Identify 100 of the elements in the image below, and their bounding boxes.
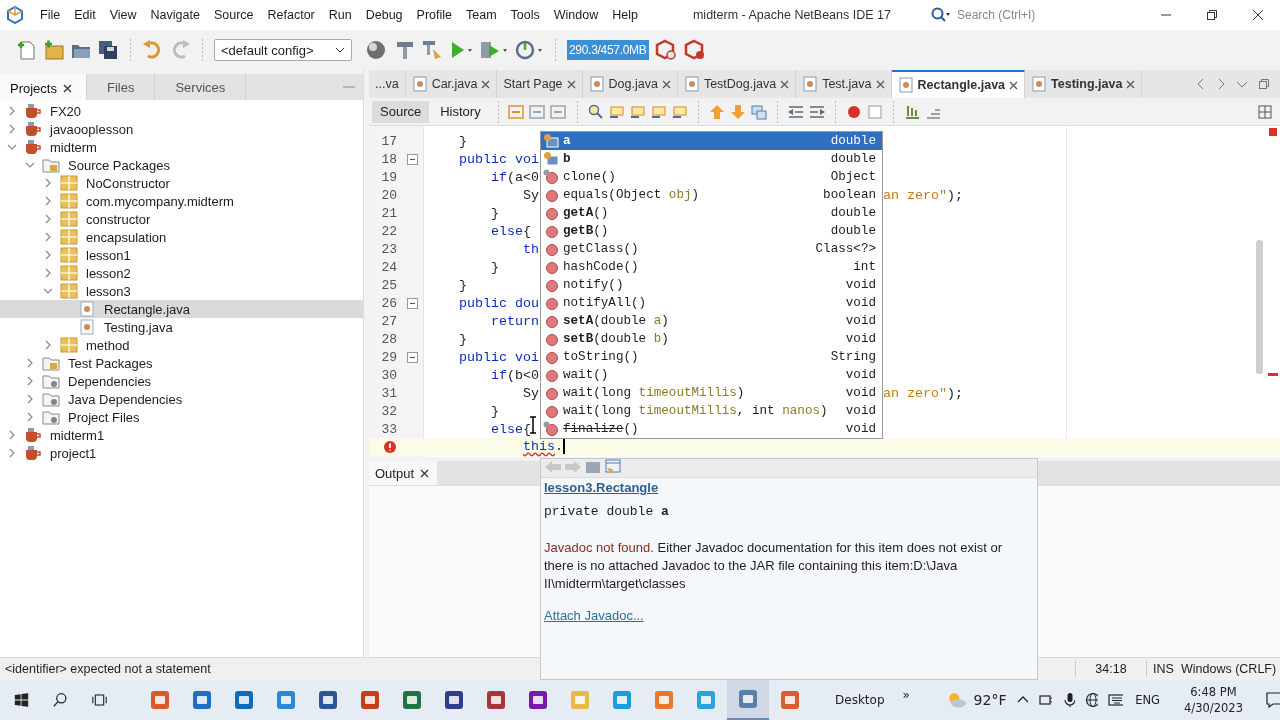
menu-item[interactable]: Profile [409, 8, 459, 22]
panel-tab[interactable]: Output [369, 461, 438, 485]
completion-item[interactable]: toString() String [541, 348, 882, 366]
menu-item[interactable]: Navigate [143, 8, 207, 22]
tree-item[interactable]: com.mycompany.midterm [0, 192, 363, 210]
completion-item[interactable]: equals(Object obj) boolean [541, 186, 882, 204]
completion-item[interactable]: getB() double [541, 222, 882, 240]
code-text: public dou [458, 295, 539, 311]
tree-item[interactable]: encapsulation [0, 228, 363, 246]
editor-tab[interactable]: Rectangle.java [891, 70, 1026, 98]
code-text: } [458, 133, 467, 149]
menu-item[interactable]: Source [206, 8, 261, 22]
code-text: th [522, 241, 539, 257]
completion-item[interactable]: finalize() void [541, 420, 882, 438]
line-number: 28 [381, 331, 397, 347]
tree-item[interactable]: midterm1 [0, 426, 363, 444]
code-text: } [490, 205, 499, 221]
overflow-chevron[interactable]: » [902, 688, 910, 702]
completion-item[interactable]: notifyAll() void [541, 294, 882, 312]
code-text: else{ [490, 223, 531, 239]
completion-item[interactable]: a double [541, 132, 882, 150]
completion-item[interactable]: getClass() Class<?> [541, 240, 882, 258]
member-signature: private double a [544, 504, 669, 519]
javadoc-message: Javadoc not found. Either Javadoc documentation for this item does not exist or there is no attached Javadoc to the JAR file containing this item:D:\Java II\midterm\target\classes [544, 539, 1004, 593]
tree-item[interactable]: Dependencies [0, 372, 363, 390]
attach-javadoc-link[interactable]: Attach Javadoc... [544, 608, 644, 623]
code-text: an zero"); [883, 385, 963, 401]
completion-item[interactable]: b double [541, 150, 882, 168]
code-text: Sy [522, 385, 539, 401]
menu-item[interactable]: View [102, 8, 144, 22]
config-dropdown[interactable]: <default config> [214, 39, 352, 61]
tree-item[interactable]: javaooplesson [0, 120, 363, 138]
completion-item[interactable]: wait(long timeoutMillis, int nanos) void [541, 402, 882, 420]
menu-item[interactable]: Refactor [260, 8, 322, 22]
line-number: 26 [381, 295, 397, 311]
view-tab[interactable]: Source [372, 100, 430, 123]
tree-item[interactable]: lesson3 [0, 282, 363, 300]
line-number: 23 [381, 241, 397, 257]
language-indicator[interactable]: ENG [1135, 693, 1160, 707]
menu-item[interactable]: Window [546, 8, 606, 22]
tree-item[interactable]: midterm [0, 138, 363, 156]
tree-item[interactable]: lesson2 [0, 264, 363, 282]
tree-item[interactable]: Test Packages [0, 354, 363, 372]
line-number: 19 [381, 169, 397, 185]
menu-item[interactable]: Edit [67, 8, 103, 22]
line-number: 33 [381, 421, 397, 437]
tree-item[interactable]: project1 [0, 444, 363, 462]
line-number: 24 [381, 259, 397, 275]
code-text: } [458, 331, 467, 347]
line-number: 18 [381, 151, 397, 167]
code-text: } [490, 403, 499, 419]
status-message: <identifier> expected not a statement [4, 662, 212, 676]
tree-item[interactable]: lesson1 [0, 246, 363, 264]
completion-item[interactable]: wait(long timeoutMillis) void [541, 384, 882, 402]
menu-item[interactable]: Run [321, 8, 359, 22]
menu-item[interactable]: Help [605, 8, 645, 22]
completion-item[interactable]: setA(double a) void [541, 312, 882, 330]
code-text: } [490, 259, 499, 275]
menu-item[interactable]: Tools [503, 8, 547, 22]
line-number: 31 [381, 385, 397, 401]
line-number: 32 [381, 403, 397, 419]
completion-item[interactable]: clone() Object [541, 168, 882, 186]
menu-item[interactable]: Team [459, 8, 504, 22]
code-text: this. [522, 439, 565, 455]
tree-item[interactable]: Testing.java [0, 318, 363, 336]
completion-item[interactable]: hashCode() int [541, 258, 882, 276]
menu-item[interactable]: File [36, 8, 68, 22]
panel-tab[interactable]: Projects [0, 74, 87, 100]
clock[interactable]: 6:48 PM 4/30/2023 [1184, 684, 1243, 716]
menu-item[interactable]: Debug [358, 8, 410, 22]
code-text: if(a<0 [490, 169, 539, 185]
tree-item[interactable]: constructor [0, 210, 363, 228]
line-number: 27 [381, 313, 397, 329]
code-text: Sy [522, 187, 539, 203]
line-number: 25 [381, 277, 397, 293]
tree-item[interactable]: NoConstructor [0, 174, 363, 192]
completion-item[interactable]: notify() void [541, 276, 882, 294]
code-text: return [490, 313, 539, 329]
code-text: if(b<0 [490, 367, 539, 383]
class-link[interactable]: lesson3.Rectangle [544, 480, 659, 495]
tree-item[interactable]: Source Packages [0, 156, 363, 174]
toolbar-label[interactable]: Desktop [835, 693, 885, 707]
completion-item[interactable]: setB(double b) void [541, 330, 882, 348]
line-number: 20 [381, 187, 397, 203]
completion-item[interactable]: getA() double [541, 204, 882, 222]
view-tab[interactable]: History [432, 100, 489, 123]
code-text: an zero"); [883, 187, 963, 203]
tree-item[interactable]: Project Files [0, 408, 363, 426]
line-endings: Windows (CRLF) [1180, 662, 1277, 676]
cursor-position: 34:18 [1075, 661, 1146, 677]
line-number: 17 [381, 133, 397, 149]
tree-item[interactable]: Rectangle.java [0, 300, 363, 318]
tree-item[interactable]: Java Dependencies [0, 390, 363, 408]
line-number: 30 [381, 367, 397, 383]
line-number: 22 [381, 223, 397, 239]
window-title: midterm - Apache NetBeans IDE 17 [692, 8, 891, 22]
temperature[interactable]: 92°F [973, 692, 1007, 708]
tree-item[interactable]: method [0, 336, 363, 354]
tree-item[interactable]: FX20 [0, 102, 363, 120]
completion-item[interactable]: wait() void [541, 366, 882, 384]
